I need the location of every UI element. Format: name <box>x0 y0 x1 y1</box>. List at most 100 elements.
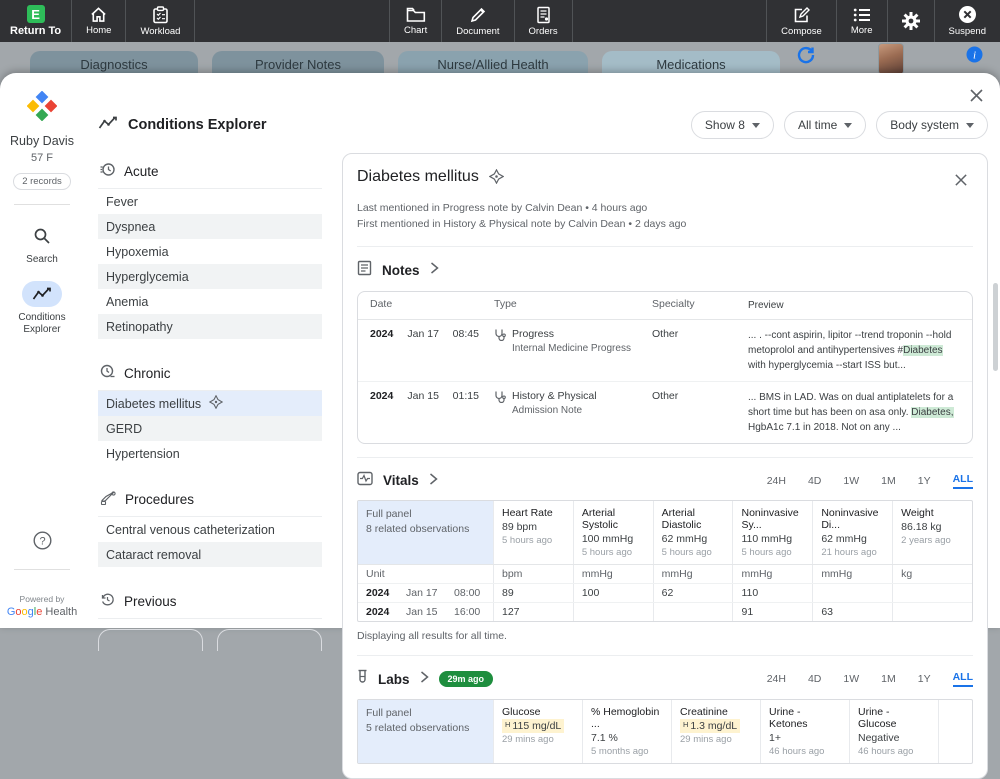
show-filter-dropdown[interactable]: Show 8 <box>691 111 774 139</box>
sidebar-item-conditions-explorer[interactable]: ConditionsExplorer <box>18 281 65 337</box>
condition-item[interactable]: Hypertension <box>98 441 322 466</box>
note-row[interactable]: 2024Jan 1501:15 History & PhysicalAdmiss… <box>358 381 972 443</box>
section-procedures: Procedures Central venous catheterizatio… <box>98 488 322 567</box>
condition-item[interactable]: Anemia <box>98 289 322 314</box>
brand-google-word: Google <box>7 606 43 618</box>
labs-icon <box>357 669 368 690</box>
range-1m[interactable]: 1M <box>881 673 896 685</box>
labs-full-panel-cell[interactable]: Full panel5 related observations <box>358 700 494 763</box>
range-24h[interactable]: 24H <box>767 475 786 487</box>
range-all[interactable]: ALL <box>953 671 973 687</box>
note-row[interactable]: 2024Jan 1708:45 ProgressInternal Medicin… <box>358 320 972 381</box>
return-to-button[interactable]: E Return To <box>0 0 72 42</box>
condition-item-selected[interactable]: Diabetes mellitus <box>98 391 322 416</box>
explore-diamond-icon[interactable] <box>489 169 504 189</box>
vital-column[interactable]: Weight86.18 kg2 years ago <box>893 501 972 564</box>
condition-item[interactable]: Fever <box>98 189 322 214</box>
vital-column[interactable]: Arterial Diastolic62 mmHg5 hours ago <box>654 501 734 564</box>
patient-photo[interactable] <box>878 43 904 75</box>
home-label: Home <box>86 25 111 36</box>
home-button[interactable]: Home <box>72 0 126 42</box>
previous-item-pill[interactable] <box>98 629 203 651</box>
lab-column[interactable]: % Hemoglobin ...7.1 %5 months ago <box>583 700 672 763</box>
lab-column[interactable]: Urine - Ketones1+46 hours ago <box>761 700 850 763</box>
powered-by-label: Powered by <box>20 594 65 604</box>
lab-column[interactable]: CreatinineH1.3 mg/dL29 mins ago <box>672 700 761 763</box>
sidebar-item-search[interactable]: Search <box>22 223 62 267</box>
page-title: Conditions Explorer <box>128 117 267 133</box>
notes-icon <box>357 260 372 281</box>
document-label: Document <box>456 26 499 37</box>
time-filter-dropdown[interactable]: All time <box>784 111 866 139</box>
labs-label: Labs <box>378 672 410 687</box>
gear-icon <box>900 10 922 32</box>
condition-item[interactable]: Hypoxemia <box>98 239 322 264</box>
document-button[interactable]: Document <box>442 0 514 42</box>
scrollbar-thumb[interactable] <box>993 283 998 371</box>
divider <box>357 246 973 247</box>
compose-button[interactable]: Compose <box>767 0 837 42</box>
highlighted-term: Diabetes <box>903 345 942 356</box>
vitals-data-row[interactable]: 2024Jan 1708:00 89 100 62 110 <box>358 583 972 602</box>
help-icon[interactable]: ? <box>33 531 52 555</box>
info-icon[interactable]: i <box>966 46 983 68</box>
panel-close-icon[interactable] <box>964 83 988 107</box>
range-1y[interactable]: 1Y <box>918 673 931 685</box>
orders-button[interactable]: Orders <box>515 0 573 42</box>
svg-text:i: i <box>973 50 976 62</box>
workload-icon <box>152 6 169 24</box>
records-badge[interactable]: 2 records <box>13 173 71 190</box>
condition-item[interactable]: Hyperglycemia <box>98 264 322 289</box>
compose-label: Compose <box>781 26 822 37</box>
range-4d[interactable]: 4D <box>808 673 821 685</box>
vital-column[interactable]: Noninvasive Sy...110 mmHg5 hours ago <box>733 501 813 564</box>
detail-close-icon[interactable] <box>949 168 973 192</box>
range-4d[interactable]: 4D <box>808 475 821 487</box>
previous-history-icon <box>100 592 115 610</box>
labs-section-header[interactable]: Labs 29m ago 24H 4D 1W 1M 1Y ALL <box>357 669 973 690</box>
suspend-button[interactable]: Suspend <box>935 0 1000 42</box>
previous-item-pill[interactable] <box>217 629 322 651</box>
range-1w[interactable]: 1W <box>843 475 859 487</box>
condition-item[interactable]: GERD <box>98 416 322 441</box>
conditions-explorer-label: ConditionsExplorer <box>18 312 65 337</box>
condition-item[interactable]: Retinopathy <box>98 314 322 339</box>
refresh-icon[interactable] <box>796 45 816 70</box>
google-health-logo <box>27 91 57 126</box>
vitals-footer: Displaying all results for all time. <box>357 630 973 642</box>
range-all[interactable]: ALL <box>953 473 973 489</box>
range-24h[interactable]: 24H <box>767 673 786 685</box>
range-1m[interactable]: 1M <box>881 475 896 487</box>
vitals-icon <box>357 471 373 491</box>
notes-table: Date Type Specialty Preview 2024Jan 1708… <box>357 291 973 444</box>
last-mentioned: Last mentioned in Progress note by Calvi… <box>357 200 973 216</box>
caret-down-icon <box>752 123 760 128</box>
vitals-table: Full panel8 related observations Heart R… <box>357 500 973 622</box>
lab-column[interactable]: GlucoseH115 mg/dL29 mins ago <box>494 700 583 763</box>
more-button[interactable]: More <box>837 0 888 42</box>
lab-column[interactable]: Urine - GlucoseNegative46 hours ago <box>850 700 939 763</box>
vitals-full-panel-cell[interactable]: Full panel8 related observations <box>358 501 494 564</box>
notes-section-header[interactable]: Notes <box>357 260 973 281</box>
range-1y[interactable]: 1Y <box>918 475 931 487</box>
toolbar-spacer <box>573 0 768 42</box>
vital-column[interactable]: Heart Rate89 bpm5 hours ago <box>494 501 574 564</box>
condition-item[interactable]: Cataract removal <box>98 542 322 567</box>
chart-button[interactable]: Chart <box>390 0 442 42</box>
notes-table-header: Date Type Specialty Preview <box>358 292 972 320</box>
divider <box>14 569 70 570</box>
condition-item[interactable]: Dyspnea <box>98 214 322 239</box>
vital-column[interactable]: Noninvasive Di...62 mmHg21 hours ago <box>813 501 893 564</box>
labs-recency-badge: 29m ago <box>439 671 494 687</box>
condition-item[interactable]: Central venous catheterization <box>98 517 322 542</box>
range-1w[interactable]: 1W <box>843 673 859 685</box>
vitals-data-row[interactable]: 2024Jan 1516:00 127 91 63 <box>358 602 972 621</box>
body-system-filter-dropdown[interactable]: Body system <box>876 111 988 139</box>
vital-column[interactable]: Arterial Systolic100 mmHg5 hours ago <box>574 501 654 564</box>
settings-button[interactable] <box>888 0 935 42</box>
workload-button[interactable]: Workload <box>126 0 195 42</box>
labs-table: Full panel5 related observations Glucose… <box>357 699 973 764</box>
labs-range-selector: 24H 4D 1W 1M 1Y ALL <box>767 671 973 687</box>
search-icon <box>22 223 62 249</box>
vitals-section-header[interactable]: Vitals 24H 4D 1W 1M 1Y ALL <box>357 471 973 491</box>
